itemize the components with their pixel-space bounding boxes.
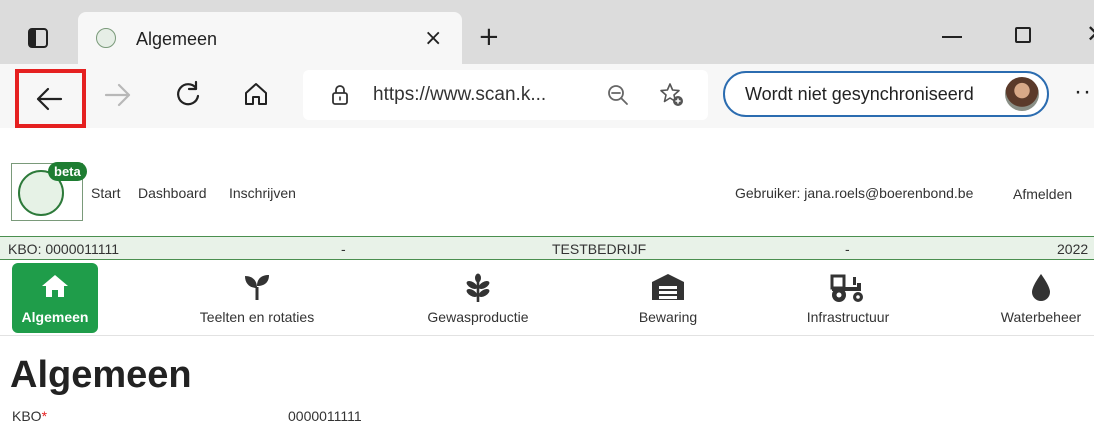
tile-label: Teelten en rotaties bbox=[199, 309, 315, 325]
address-bar[interactable]: https://www.scan.k... bbox=[303, 70, 708, 120]
minimize-icon[interactable] bbox=[942, 36, 962, 38]
tile-bewaring[interactable]: Bewaring bbox=[626, 263, 710, 333]
tile-algemeen[interactable]: Algemeen bbox=[12, 263, 98, 333]
site-logo[interactable]: beta bbox=[11, 162, 87, 221]
avatar bbox=[1005, 77, 1039, 111]
home-icon bbox=[42, 275, 68, 297]
nav-link-start[interactable]: Start bbox=[91, 185, 121, 201]
kbo-field-label: KBO* bbox=[12, 408, 47, 424]
more-menu-button[interactable]: ··· bbox=[1074, 78, 1094, 106]
company-name: TESTBEDRIJF bbox=[552, 241, 647, 257]
module-navigation: Algemeen Teelten en rotaties Gewasproduc… bbox=[0, 261, 1094, 336]
field-label-text: KBO bbox=[12, 408, 42, 424]
back-button[interactable] bbox=[15, 69, 86, 128]
window-close-icon[interactable]: ✕ bbox=[1086, 20, 1094, 48]
logout-link[interactable]: Afmelden bbox=[1013, 186, 1072, 202]
tab-title: Algemeen bbox=[136, 29, 218, 49]
reload-button[interactable] bbox=[174, 80, 202, 108]
browser-tab-bar: Algemeen × + ✕ bbox=[0, 0, 1094, 64]
browser-toolbar: https://www.scan.k... Wordt niet gesynch… bbox=[0, 64, 1094, 128]
page-title: Algemeen bbox=[10, 354, 192, 396]
plant-icon bbox=[466, 273, 490, 302]
tile-label: Algemeen bbox=[21, 309, 89, 325]
arrow-left-icon bbox=[36, 87, 63, 111]
tile-gewasproductie[interactable]: Gewasproductie bbox=[412, 263, 544, 333]
tile-infrastructuur[interactable]: Infrastructuur bbox=[796, 263, 900, 333]
maximize-icon[interactable] bbox=[1015, 27, 1031, 43]
tile-label: Infrastructuur bbox=[806, 309, 890, 325]
add-favorite-icon[interactable] bbox=[659, 82, 685, 108]
warehouse-icon bbox=[652, 274, 684, 300]
tile-teelten-en-rotaties[interactable]: Teelten en rotaties bbox=[182, 263, 332, 333]
kbo-field-value: 0000011111 bbox=[288, 408, 362, 424]
beta-badge: beta bbox=[48, 162, 87, 181]
separator: - bbox=[845, 241, 850, 257]
lock-icon[interactable] bbox=[331, 85, 349, 105]
zoom-out-icon[interactable] bbox=[607, 84, 629, 106]
nav-link-inschrijven[interactable]: Inschrijven bbox=[229, 185, 296, 201]
close-tab-icon[interactable]: × bbox=[424, 26, 442, 51]
tile-label: Gewasproductie bbox=[427, 309, 529, 325]
forward-button[interactable] bbox=[104, 82, 132, 108]
company-info-bar: KBO: 0000011111 - TESTBEDRIJF - 2022 bbox=[0, 236, 1094, 260]
kbo-number: KBO: 0000011111 bbox=[8, 241, 120, 257]
separator: - bbox=[341, 241, 346, 257]
sync-label: Wordt niet gesynchroniseerd bbox=[745, 84, 974, 104]
sync-profile-button[interactable]: Wordt niet gesynchroniseerd bbox=[723, 71, 1049, 117]
water-drop-icon bbox=[1032, 274, 1050, 301]
home-button[interactable] bbox=[243, 81, 269, 107]
tile-waterbeheer[interactable]: Waterbeheer bbox=[994, 263, 1088, 333]
url-text[interactable]: https://www.scan.k... bbox=[373, 84, 546, 106]
required-marker: * bbox=[41, 408, 48, 424]
browser-tab-algemeen[interactable]: Algemeen × bbox=[78, 12, 462, 64]
nav-link-dashboard[interactable]: Dashboard bbox=[138, 185, 207, 201]
sprout-icon bbox=[245, 275, 269, 300]
user-info: Gebruiker: jana.roels@boerenbond.be bbox=[735, 185, 974, 201]
tile-label: Bewaring bbox=[638, 309, 698, 325]
new-tab-button[interactable]: + bbox=[478, 24, 500, 50]
tab-actions-icon[interactable] bbox=[28, 28, 48, 48]
tile-label: Waterbeheer bbox=[1000, 309, 1082, 325]
tractor-icon bbox=[830, 274, 863, 302]
site-favicon-icon bbox=[96, 28, 116, 48]
year: 2022 bbox=[1057, 241, 1089, 257]
